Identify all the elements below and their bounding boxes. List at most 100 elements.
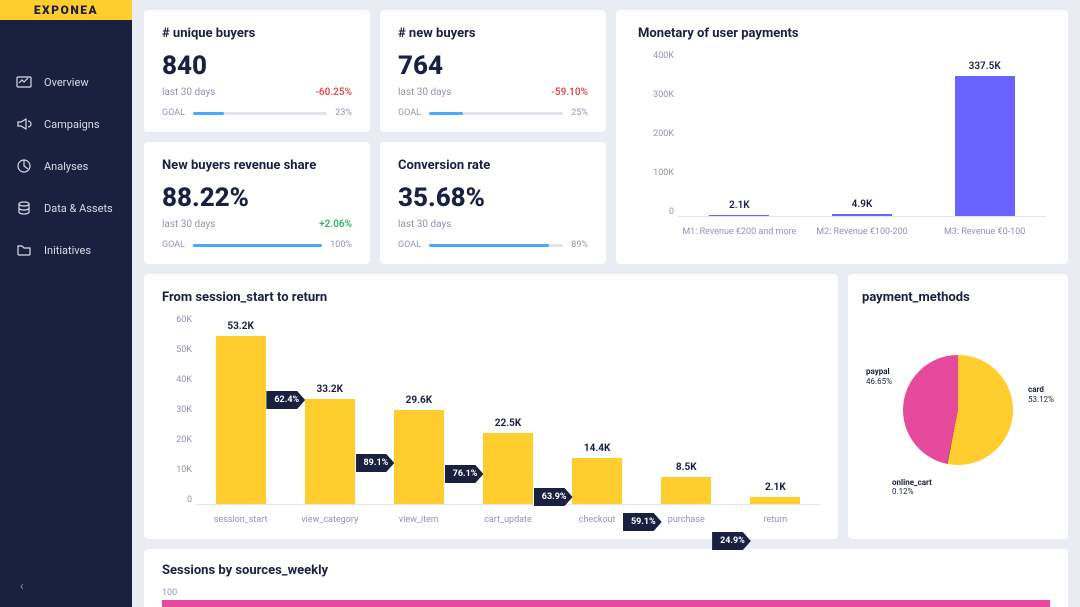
bar [709,215,769,216]
x-label: view_category [285,515,374,525]
x-label: return [731,515,820,525]
goal-pct: 25% [571,108,588,118]
bar [750,497,800,504]
goal-pct: 89% [571,240,588,250]
bar [832,214,892,216]
chart-title: Sessions by sources_weekly [162,563,1050,578]
sidebar-item-label: Data & Assets [44,202,113,215]
pie [903,355,1013,465]
bar-value: 29.6K [406,395,432,406]
kpi-period: last 30 days [398,87,451,98]
kpi-value: 840 [162,51,352,81]
goal-pct: 23% [335,108,352,118]
x-label: cart_update [463,515,552,525]
bar-value: 2.1K [729,200,750,211]
sessions-card: Sessions by sources_weekly 100 [144,549,1068,607]
sidebar-item-campaigns[interactable]: Campaigns [0,116,132,132]
kpi-conversion-rate: Conversion rate 35.68% last 30 days GOAL… [380,142,606,264]
y-tick: 20K [162,435,192,445]
kpi-title: Conversion rate [398,158,588,173]
pie-label: paypal [866,367,890,376]
kpi-period: last 30 days [398,219,451,230]
overview-icon [16,74,32,90]
goal-label: GOAL [162,240,185,250]
payment-methods-card: payment_methods paypal46.65% card53.12% … [848,274,1068,539]
kpi-period: last 30 days [162,219,215,230]
chart-title: payment_methods [862,290,1054,305]
sidebar-item-label: Overview [44,76,89,89]
collapse-sidebar-button[interactable]: ‹ [20,579,24,593]
kpi-unique-buyers: # unique buyers 840 last 30 days-60.25% … [144,10,370,132]
pie-pct: 46.65% [866,377,892,386]
kpi-title: # unique buyers [162,26,352,41]
kpi-title: New buyers revenue share [162,158,352,173]
monetary-chart-card: Monetary of user payments 400K 300K 200K… [616,10,1068,264]
step-pct: 62.4% [266,391,305,409]
y-tick: 400K [638,51,674,61]
y-tick: 100 [162,588,1050,598]
y-tick: 0 [638,207,674,217]
y-tick: 40K [162,375,192,385]
kpi-value: 764 [398,51,588,81]
campaigns-icon [16,116,32,132]
chart-title: Monetary of user payments [638,26,1046,41]
bar-value: 33.2K [316,384,342,395]
goal-label: GOAL [162,108,185,118]
kpi-delta: -59.10% [551,87,588,98]
x-label: M2: Revenue €100-200 [802,227,922,239]
y-tick: 60K [162,315,192,325]
y-tick: 50K [162,345,192,355]
sidebar-item-label: Analyses [44,160,88,173]
sidebar-item-overview[interactable]: Overview [0,74,132,90]
bar [305,399,355,504]
sessions-bar [162,600,1050,607]
sidebar-item-label: Initiatives [44,244,91,257]
funnel-chart-card: From session_start to return 60K 50K 40K… [144,274,838,539]
pie-pct: 0.12% [892,487,913,496]
bar [661,477,711,504]
kpi-value: 88.22% [162,183,352,213]
pie-label: online_cart [892,478,932,487]
database-icon [16,200,32,216]
bar-value: 8.5K [676,462,697,473]
x-label: session_start [196,515,285,525]
bar [216,336,266,504]
x-label: M3: Revenue €0-100 [925,227,1045,239]
folder-icon [16,242,32,258]
kpi-new-buyers: # new buyers 764 last 30 days -59.10% GOA… [380,10,606,132]
sidebar: EXPONEA Overview Campaigns Analyses Data… [0,0,132,607]
kpi-title: # new buyers [398,26,588,41]
step-pct: 59.1% [623,513,662,531]
step-pct: 76.1% [445,465,484,483]
sidebar-item-initiatives[interactable]: Initiatives [0,242,132,258]
x-label: view_item [374,515,463,525]
goal-pct: 100% [330,240,352,250]
pie-chart: paypal46.65% card53.12% online_cart0.12% [862,315,1054,505]
bar-value: 53.2K [227,321,253,332]
sidebar-item-analyses[interactable]: Analyses [0,158,132,174]
bar-value: 22.5K [495,418,521,429]
kpi-revenue-share: New buyers revenue share 88.22% last 30 … [144,142,370,264]
goal-label: GOAL [398,108,421,118]
step-pct: 63.9% [534,488,573,506]
analyses-icon [16,158,32,174]
bar-value: 2.1K [765,482,786,493]
y-tick: 100K [638,168,674,178]
chart-title: From session_start to return [162,290,820,305]
bar [483,433,533,504]
step-pct: 24.9% [712,532,751,550]
pie-pct: 53.12% [1028,395,1054,404]
main-content: # unique buyers 840 last 30 days-60.25% … [132,0,1080,607]
bar-value: 337.5K [969,61,1001,72]
bar-value: 14.4K [584,443,610,454]
bar [955,76,1015,216]
x-label: M1: Revenue €200 and more [679,227,799,239]
monetary-chart: 400K 300K 200K 100K 0 2.1K 4.9K 337.5K M… [678,51,1046,237]
funnel-chart: 60K 50K 40K 30K 20K 10K 0 53.2K62.4% 33.… [196,315,820,525]
brand-logo: EXPONEA [0,0,132,20]
kpi-value: 35.68% [398,183,588,213]
sidebar-item-data-assets[interactable]: Data & Assets [0,200,132,216]
bar-value: 4.9K [852,199,873,210]
step-pct: 89.1% [356,454,395,472]
pie-label: card [1028,385,1044,394]
